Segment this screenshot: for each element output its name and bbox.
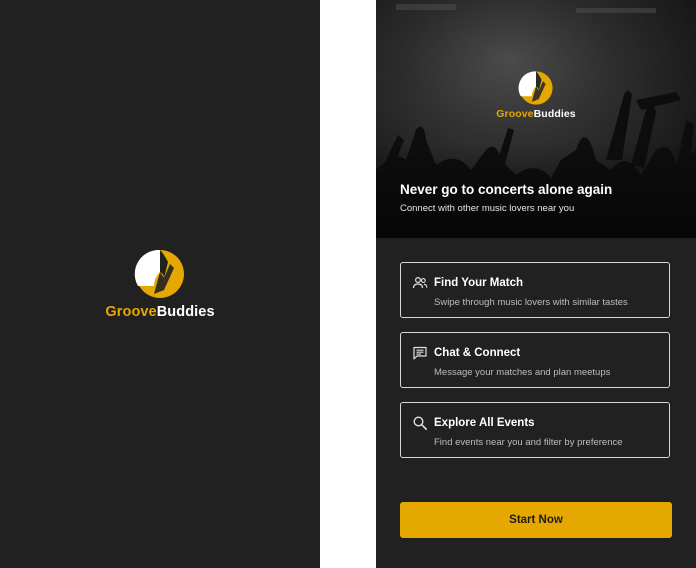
wordmark-part-2: Buddies xyxy=(156,304,215,320)
feature-card-find-match[interactable]: Find Your Match Swipe through music love… xyxy=(400,262,670,318)
wordmark-part-2: Buddies xyxy=(533,108,576,120)
feature-card-chat-connect[interactable]: Chat & Connect Message your matches and … xyxy=(400,332,670,388)
search-icon xyxy=(413,416,427,430)
onboarding-headline: Never go to concerts alone again xyxy=(400,182,613,197)
onboarding-screen: GrooveBuddies Never go to concerts alone… xyxy=(376,0,696,568)
wordmark-part-1: Groove xyxy=(496,108,534,120)
feature-card-explore-events[interactable]: Explore All Events Find events near you … xyxy=(400,402,670,458)
hero-wordmark: GrooveBuddies xyxy=(496,108,576,120)
app-wordmark: GrooveBuddies xyxy=(105,304,214,320)
music-note-logo-icon xyxy=(518,71,553,105)
hero-banner: GrooveBuddies Never go to concerts alone… xyxy=(376,0,696,238)
people-icon xyxy=(412,276,428,289)
chat-icon xyxy=(413,346,427,360)
feature-description: Find events near you and filter by prefe… xyxy=(434,437,623,448)
wordmark-part-1: Groove xyxy=(105,304,157,320)
feature-title: Chat & Connect xyxy=(434,347,521,359)
splash-screen: GrooveBuddies xyxy=(0,0,320,568)
onboarding-subheadline: Connect with other music lovers near you xyxy=(400,203,575,214)
feature-title: Explore All Events xyxy=(434,417,535,429)
music-note-logo-icon xyxy=(134,249,184,298)
hero-logo: GrooveBuddies xyxy=(376,70,696,120)
app-logo: GrooveBuddies xyxy=(0,248,320,320)
start-now-button[interactable]: Start Now xyxy=(400,502,672,538)
feature-description: Message your matches and plan meetups xyxy=(434,367,611,378)
feature-title: Find Your Match xyxy=(434,277,524,289)
feature-description: Swipe through music lovers with similar … xyxy=(434,297,628,308)
